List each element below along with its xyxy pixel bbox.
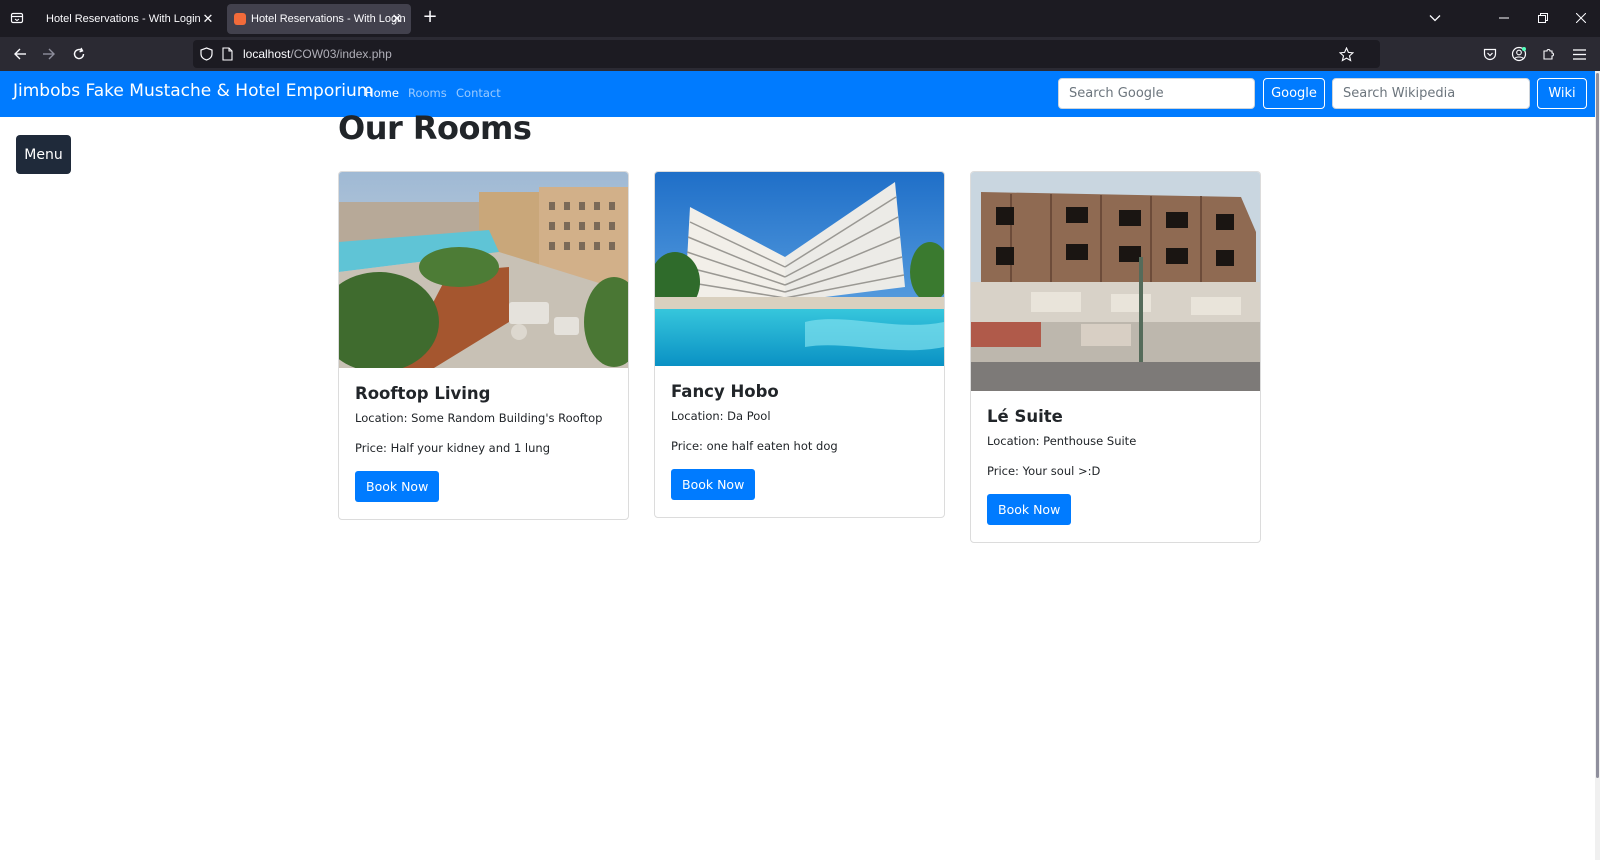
site-navbar: Jimbobs Fake Mustache & Hotel Emporium H… <box>0 71 1600 117</box>
star-icon[interactable] <box>1335 43 1357 65</box>
room-card-body: Lé Suite Location: Penthouse Suite Price… <box>971 391 1260 542</box>
google-search-button[interactable]: Google <box>1263 78 1325 109</box>
site-brand[interactable]: Jimbobs Fake Mustache & Hotel Emporium <box>13 81 373 101</box>
tab-title: Hotel Reservations - With Login <box>46 13 201 25</box>
room-price: Price: one half eaten hot dog <box>671 439 838 453</box>
url-path: /COW03/index.php <box>290 47 392 61</box>
room-image-abandoned-building <box>971 172 1260 391</box>
room-card: Lé Suite Location: Penthouse Suite Price… <box>970 171 1261 543</box>
chevron-down-icon[interactable] <box>1425 8 1445 28</box>
browser-tab-strip: Hotel Reservations - With Login ✕ Hotel … <box>0 0 1600 37</box>
nav-link-home[interactable]: Home <box>365 86 399 100</box>
wikipedia-search-input[interactable] <box>1332 78 1530 109</box>
tab-title: Hotel Reservations - With Login <box>251 13 406 25</box>
tab-list-icon[interactable] <box>6 7 28 29</box>
nav-link-rooms[interactable]: Rooms <box>408 86 447 100</box>
url-bar[interactable]: localhost/COW03/index.php <box>193 40 1380 68</box>
scrollbar-thumb[interactable] <box>1596 73 1599 778</box>
book-now-button[interactable]: Book Now <box>671 469 756 500</box>
menu-button[interactable]: Menu <box>16 135 71 174</box>
browser-tab[interactable]: Hotel Reservations - With Login ✕ <box>34 4 220 34</box>
room-title: Lé Suite <box>987 407 1063 426</box>
close-window-icon[interactable] <box>1571 8 1591 28</box>
room-card: Rooftop Living Location: Some Random Bui… <box>338 171 629 520</box>
minimize-icon[interactable] <box>1494 8 1514 28</box>
back-arrow-icon[interactable] <box>9 43 31 65</box>
room-location: Location: Penthouse Suite <box>987 434 1137 448</box>
restore-icon[interactable] <box>1533 8 1553 28</box>
page-icon[interactable] <box>216 43 238 65</box>
book-now-button[interactable]: Book Now <box>355 471 440 502</box>
favicon-icon <box>234 13 246 25</box>
shield-icon[interactable] <box>195 43 217 65</box>
forward-arrow-icon[interactable] <box>38 43 60 65</box>
room-location: Location: Da Pool <box>671 409 771 423</box>
wiki-search-button[interactable]: Wiki <box>1537 78 1587 109</box>
account-icon[interactable] <box>1508 43 1530 65</box>
url-text[interactable]: localhost/COW03/index.php <box>243 47 392 61</box>
room-title: Fancy Hobo <box>671 382 779 401</box>
room-card-body: Fancy Hobo Location: Da Pool Price: one … <box>655 366 944 517</box>
web-page: Jimbobs Fake Mustache & Hotel Emporium H… <box>0 71 1600 860</box>
plus-icon[interactable]: + <box>420 8 440 28</box>
url-host: localhost <box>243 47 291 61</box>
close-icon[interactable]: ✕ <box>390 11 404 26</box>
room-image-rooftop <box>339 172 628 368</box>
room-image-pool-hotel <box>655 172 944 366</box>
nav-link-contact[interactable]: Contact <box>456 86 501 100</box>
room-location: Location: Some Random Building's Rooftop <box>355 411 603 425</box>
google-search-input[interactable] <box>1058 78 1255 109</box>
room-title: Rooftop Living <box>355 384 491 403</box>
browser-toolbar: localhost/COW03/index.php <box>0 37 1600 71</box>
puzzle-icon[interactable] <box>1538 43 1560 65</box>
room-card: Fancy Hobo Location: Da Pool Price: one … <box>654 171 945 518</box>
pocket-icon[interactable] <box>1479 43 1501 65</box>
reload-icon[interactable] <box>68 43 90 65</box>
page-title: Our Rooms <box>338 109 532 147</box>
book-now-button[interactable]: Book Now <box>987 494 1072 525</box>
room-price: Price: Half your kidney and 1 lung <box>355 441 551 455</box>
browser-tab-active[interactable]: Hotel Reservations - With Login ✕ <box>227 4 411 34</box>
room-card-body: Rooftop Living Location: Some Random Bui… <box>339 368 628 519</box>
room-price: Price: Your soul >:D <box>987 464 1101 478</box>
close-icon[interactable]: ✕ <box>201 11 215 26</box>
page-scrollbar[interactable] <box>1595 71 1600 860</box>
hamburger-icon[interactable] <box>1568 43 1590 65</box>
